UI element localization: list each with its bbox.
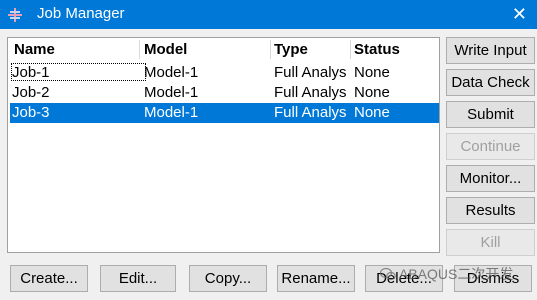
table-row[interactable]: Job-1 Model-1 Full Analys None: [10, 63, 439, 83]
continue-button[interactable]: Continue: [446, 133, 535, 160]
type-cell: Full Analys: [274, 84, 347, 101]
table-row-selected[interactable]: Job-3 Model-1 Full Analys None: [10, 103, 439, 123]
edit-button[interactable]: Edit...: [100, 265, 176, 292]
watermark: ABAQUS二次开发: [380, 264, 513, 284]
kill-button[interactable]: Kill: [446, 229, 535, 256]
close-icon[interactable]: ✕: [512, 3, 527, 25]
status-cell: None: [354, 104, 390, 121]
submit-button[interactable]: Submit: [446, 101, 535, 128]
job-name-cell: Job-3: [12, 104, 50, 121]
type-cell: Full Analys: [274, 104, 347, 121]
column-divider: [350, 40, 351, 59]
status-cell: None: [354, 64, 390, 81]
column-header-name[interactable]: Name: [14, 41, 55, 58]
job-list[interactable]: Name Model Type Status Job-1 Model-1 Ful…: [7, 37, 440, 253]
job-name-cell: Job-2: [12, 84, 50, 101]
write-input-button[interactable]: Write Input: [446, 37, 535, 64]
column-header-type[interactable]: Type: [274, 41, 308, 58]
column-header-model[interactable]: Model: [144, 41, 187, 58]
data-check-button[interactable]: Data Check: [446, 69, 535, 96]
watermark-text: ABAQUS二次开发: [399, 266, 514, 282]
model-cell: Model-1: [144, 84, 199, 101]
column-divider: [139, 40, 140, 59]
copy-button[interactable]: Copy...: [189, 265, 267, 292]
abaqus-app-icon: [8, 8, 22, 22]
type-cell: Full Analys: [274, 64, 347, 81]
title-bar: Job Manager ✕: [0, 0, 537, 29]
window-title: Job Manager: [37, 5, 125, 22]
column-header-status[interactable]: Status: [354, 41, 400, 58]
column-divider: [270, 40, 271, 59]
model-cell: Model-1: [144, 64, 199, 81]
model-cell: Model-1: [144, 104, 199, 121]
monitor-button[interactable]: Monitor...: [446, 165, 535, 192]
rename-button[interactable]: Rename...: [277, 265, 355, 292]
create-button[interactable]: Create...: [10, 265, 88, 292]
job-name-cell: Job-1: [12, 64, 50, 81]
status-cell: None: [354, 84, 390, 101]
wechat-icon: [380, 267, 396, 281]
results-button[interactable]: Results: [446, 197, 535, 224]
table-row[interactable]: Job-2 Model-1 Full Analys None: [10, 83, 439, 103]
